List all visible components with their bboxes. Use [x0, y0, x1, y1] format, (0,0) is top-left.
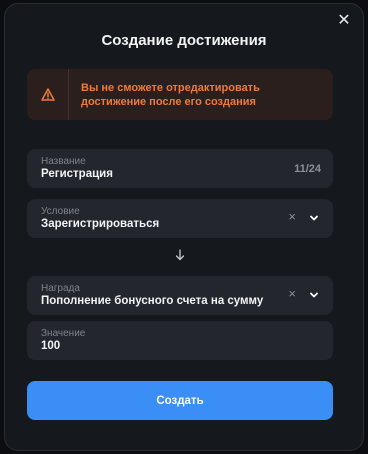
- close-icon[interactable]: ✕: [335, 12, 353, 30]
- chevron-down-icon[interactable]: [308, 289, 320, 301]
- amount-field[interactable]: Значение 100: [27, 321, 333, 360]
- name-field-label: Название: [41, 156, 86, 167]
- warning-icon: [27, 69, 69, 120]
- reward-value: Пополнение бонусного счета на сумму: [41, 295, 264, 307]
- chevron-down-icon[interactable]: [308, 212, 320, 224]
- name-field[interactable]: Название Регистрация 11/24: [27, 149, 333, 188]
- arrow-down-icon: [175, 249, 185, 261]
- alert-message: Вы не сможете отредактировать достижение…: [69, 81, 260, 109]
- reward-label: Награда: [41, 283, 80, 294]
- amount-label: Значение: [41, 328, 86, 339]
- clear-icon[interactable]: ×: [288, 210, 296, 224]
- alert-line-2: достижение после его создания: [81, 95, 256, 108]
- modal-title: Создание достижения: [101, 32, 267, 49]
- condition-select[interactable]: Условие Зарегистрироваться ×: [27, 199, 333, 238]
- condition-label: Условие: [41, 206, 80, 217]
- clear-icon[interactable]: ×: [288, 287, 296, 301]
- name-char-counter: 11/24: [294, 163, 321, 175]
- name-field-value[interactable]: Регистрация: [41, 168, 113, 180]
- reward-select[interactable]: Награда Пополнение бонусного счета на су…: [27, 276, 333, 315]
- amount-value[interactable]: 100: [41, 340, 60, 352]
- alert-line-1: Вы не сможете отредактировать: [81, 81, 260, 94]
- condition-value: Зарегистрироваться: [41, 218, 160, 230]
- create-button[interactable]: Создать: [27, 381, 333, 420]
- warning-alert: Вы не сможете отредактировать достижение…: [27, 69, 333, 120]
